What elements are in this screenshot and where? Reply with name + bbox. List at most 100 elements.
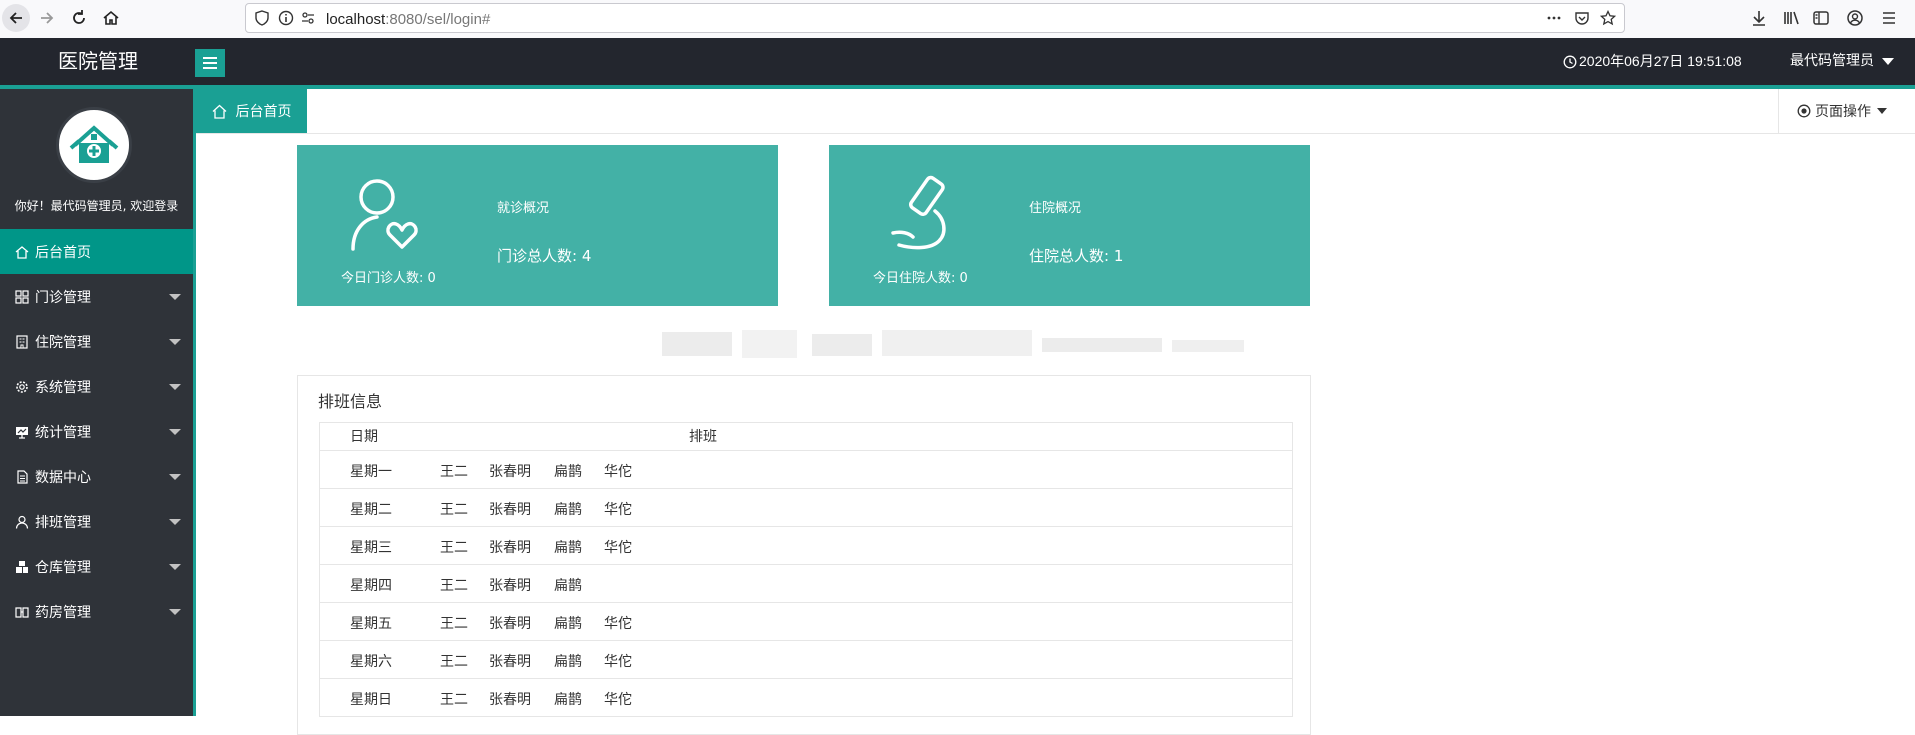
- row-staff: 张春明: [489, 654, 531, 670]
- sidebar-item-data-center[interactable]: 数据中心: [0, 454, 193, 499]
- row-staff: 华佗: [604, 654, 632, 670]
- row-day: 星期五: [350, 616, 392, 632]
- sidebar-item-label: 后台首页: [35, 244, 91, 261]
- table-row: 星期五 王二 张春明 扁鹊 华佗: [320, 603, 1292, 641]
- row-staff: 王二: [440, 654, 468, 670]
- schedule-panel: 排班信息 日期 排班 星期一 王二 张春明 扁鹊 华佗 星期二 王二 张春明 扁…: [297, 375, 1311, 735]
- chevron-down-icon: [169, 429, 181, 435]
- bookmark-star-icon[interactable]: [1600, 10, 1616, 26]
- warehouse-icon: [15, 560, 29, 574]
- today-inpatient-count: 今日住院人数: 0: [873, 271, 968, 286]
- sidebar-item-schedule[interactable]: 排班管理: [0, 499, 193, 544]
- sidebar-item-statistics[interactable]: 统计管理: [0, 409, 193, 454]
- permissions-icon[interactable]: [300, 10, 316, 26]
- page-operations-label: 页面操作: [1815, 104, 1871, 120]
- row-staff: 扁鹊: [554, 692, 582, 708]
- sidebar-item-system[interactable]: 系统管理: [0, 364, 193, 409]
- row-day: 星期一: [350, 464, 392, 480]
- sidebar-item-warehouse[interactable]: 仓库管理: [0, 544, 193, 589]
- blurred-region: [662, 330, 1244, 362]
- app-header: 医院管理 2020年06月27日 19:51:08 最代码管理员: [0, 38, 1915, 89]
- row-staff: 张春明: [489, 540, 531, 556]
- datetime-display: 2020年06月27日 19:51:08: [1563, 38, 1742, 85]
- row-staff: 扁鹊: [554, 464, 582, 480]
- sidebar-item-label: 排班管理: [35, 514, 91, 531]
- outpatient-summary-card: 今日门诊人数: 0 就诊概况 门诊总人数: 4: [297, 145, 778, 306]
- clock-icon: [1563, 55, 1577, 68]
- row-staff: 王二: [440, 616, 468, 632]
- row-staff: 张春明: [489, 616, 531, 632]
- pharmacy-icon: [15, 605, 29, 619]
- tab-home-label: 后台首页: [235, 104, 292, 120]
- user-heart-icon: [351, 179, 418, 251]
- sidebar-item-outpatient[interactable]: 门诊管理: [0, 274, 193, 319]
- info-icon[interactable]: [278, 10, 294, 26]
- url-bar[interactable]: localhost:8080/sel/login#: [245, 3, 1625, 33]
- user-icon: [15, 515, 29, 529]
- page-operations-menu[interactable]: 页面操作: [1778, 89, 1915, 133]
- tab-home[interactable]: 后台首页: [196, 89, 307, 133]
- sidebar: 你好！最代码管理员, 欢迎登录 后台首页 门诊管理 住院管理 系统管理 统计管理…: [0, 89, 196, 716]
- datetime-text: 2020年06月27日 19:51:08: [1579, 53, 1742, 69]
- column-header-date: 日期: [350, 429, 378, 445]
- target-icon: [1797, 104, 1811, 118]
- url-host: localhost: [326, 11, 386, 28]
- table-row: 星期三 王二 张春明 扁鹊 华佗: [320, 527, 1292, 565]
- sidebar-item-inpatient[interactable]: 住院管理: [0, 319, 193, 364]
- microscope-icon: [891, 175, 946, 250]
- row-staff: 张春明: [489, 692, 531, 708]
- download-icon[interactable]: [1750, 9, 1768, 27]
- grid-icon: [15, 289, 29, 304]
- row-staff: 张春明: [489, 578, 531, 594]
- sidebar-item-label: 药房管理: [35, 604, 91, 621]
- more-icon[interactable]: [1546, 10, 1562, 26]
- admin-name: 最代码管理员: [1790, 53, 1874, 69]
- row-day: 星期二: [350, 502, 392, 518]
- sidebar-item-home[interactable]: 后台首页: [0, 229, 193, 274]
- chevron-down-icon: [1882, 58, 1894, 65]
- sidebar-item-label: 统计管理: [35, 424, 91, 441]
- back-arrow-icon: [9, 12, 22, 24]
- sidebar-divider: [193, 89, 196, 716]
- chevron-down-icon: [169, 384, 181, 390]
- home-button[interactable]: [97, 4, 125, 32]
- forward-arrow-icon: [41, 12, 54, 24]
- document-icon: [15, 469, 29, 484]
- chevron-down-icon: [169, 339, 181, 345]
- menu-toggle-button[interactable]: [195, 49, 225, 77]
- row-day: 星期三: [350, 540, 392, 556]
- table-row: 星期二 王二 张春明 扁鹊 华佗: [320, 489, 1292, 527]
- row-staff: 王二: [440, 578, 468, 594]
- chevron-down-icon: [169, 519, 181, 525]
- forward-button[interactable]: [33, 4, 61, 32]
- row-staff: 扁鹊: [554, 578, 582, 594]
- inpatient-summary-card: 今日住院人数: 0 住院概况 住院总人数: 1: [829, 145, 1310, 306]
- row-staff: 王二: [440, 464, 468, 480]
- sidebar-toggle-icon[interactable]: [1812, 9, 1830, 27]
- hamburger-menu-icon[interactable]: [1880, 9, 1898, 27]
- outpatient-title: 就诊概况: [497, 201, 550, 216]
- account-icon[interactable]: [1846, 9, 1864, 27]
- row-staff: 扁鹊: [554, 654, 582, 670]
- chevron-down-icon: [1877, 108, 1887, 114]
- table-header: 日期 排班: [320, 423, 1292, 451]
- pocket-icon[interactable]: [1574, 10, 1590, 26]
- row-staff: 华佗: [604, 540, 632, 556]
- library-icon[interactable]: [1782, 9, 1800, 27]
- tab-bar: 后台首页 页面操作: [196, 89, 1915, 134]
- reload-button[interactable]: [65, 4, 93, 32]
- today-outpatient-count: 今日门诊人数: 0: [341, 271, 436, 286]
- app-title: 医院管理: [58, 49, 138, 73]
- column-header-shift: 排班: [689, 429, 717, 445]
- row-staff: 华佗: [604, 692, 632, 708]
- inpatient-total: 住院总人数: 1: [1029, 247, 1124, 265]
- table-row: 星期四 王二 张春明 扁鹊: [320, 565, 1292, 603]
- sidebar-item-pharmacy[interactable]: 药房管理: [0, 589, 193, 634]
- avatar: [56, 107, 132, 183]
- row-staff: 王二: [440, 692, 468, 708]
- schedule-title: 排班信息: [318, 392, 383, 411]
- admin-user-menu[interactable]: 最代码管理员: [1790, 38, 1894, 85]
- back-button[interactable]: [2, 4, 30, 32]
- chevron-down-icon: [169, 609, 181, 615]
- chevron-down-icon: [169, 474, 181, 480]
